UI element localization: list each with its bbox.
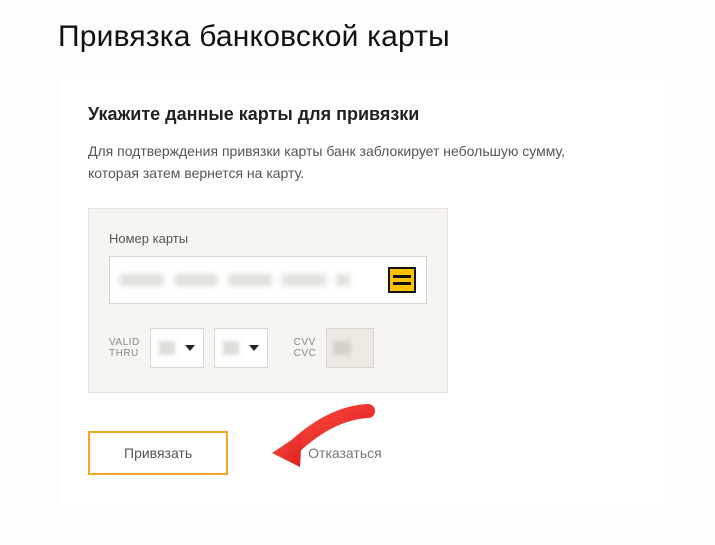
- cancel-link[interactable]: Отказаться: [308, 445, 382, 461]
- panel-title: Укажите данные карты для привязки: [88, 104, 635, 125]
- card-chip-icon: [388, 267, 416, 293]
- valid-thru-l1: VALID: [109, 337, 140, 348]
- panel-description: Для подтверждения привязки карты банк за…: [88, 141, 598, 184]
- card-number-input[interactable]: [109, 256, 427, 304]
- chevron-down-icon: [185, 345, 195, 351]
- cvv-input[interactable]: [326, 328, 374, 368]
- cvv-value-masked: [333, 341, 351, 355]
- valid-thru-l2: THRU: [109, 348, 140, 359]
- expiry-year-value-masked: [223, 341, 239, 355]
- expiry-year-select[interactable]: [214, 328, 268, 368]
- card-form: Номер карты VALID THRU: [88, 208, 448, 393]
- bind-button[interactable]: Привязать: [88, 431, 228, 475]
- card-number-value-masked: [120, 273, 380, 287]
- chevron-down-icon: [249, 345, 259, 351]
- valid-thru-label: VALID THRU: [109, 328, 140, 368]
- expiry-month-select[interactable]: [150, 328, 204, 368]
- cvv-l1: CVV: [294, 337, 317, 348]
- card-number-label: Номер карты: [109, 231, 427, 246]
- cvv-label: CVV CVC: [294, 328, 317, 368]
- page-title: Привязка банковской карты: [58, 20, 665, 54]
- card-bind-panel: Укажите данные карты для привязки Для по…: [58, 78, 665, 505]
- cvv-l2: CVC: [294, 348, 317, 359]
- expiry-month-value-masked: [159, 341, 175, 355]
